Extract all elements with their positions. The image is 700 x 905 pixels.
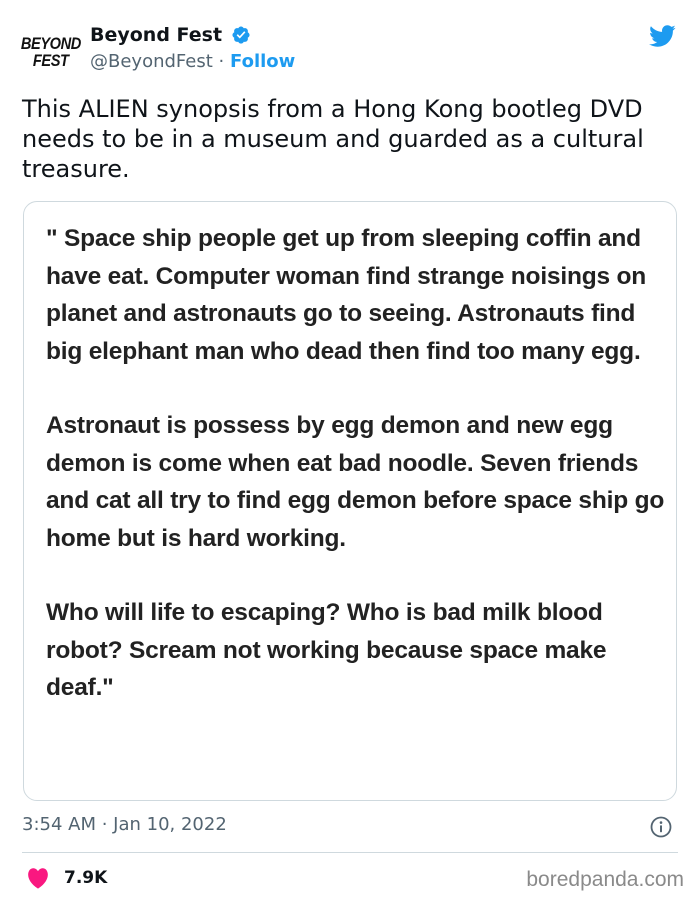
synopsis-paragraph-1: " Space ship people get up from sleeping… <box>46 225 647 365</box>
avatar[interactable]: BEYOND FEST <box>20 28 82 76</box>
verified-badge-icon <box>232 26 250 44</box>
like-row[interactable]: 7.9K <box>26 865 107 891</box>
like-count: 7.9K <box>64 868 108 888</box>
divider <box>22 852 678 853</box>
synopsis-paragraph-2: Astronaut is possess by egg demon and ne… <box>46 412 665 552</box>
handle-row: @BeyondFest · Follow <box>90 49 295 75</box>
twitter-bird-icon[interactable] <box>646 22 678 50</box>
avatar-line-1: BEYOND <box>21 34 81 53</box>
info-icon[interactable] <box>649 815 673 839</box>
heart-icon[interactable] <box>26 867 50 889</box>
separator: · <box>218 51 225 72</box>
follow-button[interactable]: Follow <box>230 51 295 72</box>
watermark: boredpanda.com <box>526 868 684 891</box>
avatar-line-2: FEST <box>33 51 69 70</box>
timestamp[interactable]: 3:54 AM · Jan 10, 2022 <box>22 814 227 835</box>
synopsis-text: " Space ship people get up from sleeping… <box>46 220 666 744</box>
tweet-meta: 3:54 AM · Jan 10, 2022 <box>22 814 677 840</box>
tweet-text: This ALIEN synopsis from a Hong Kong boo… <box>22 95 644 183</box>
tweet-header: BEYOND FEST Beyond Fest @BeyondFest · Fo… <box>20 22 680 78</box>
account-info: Beyond Fest @BeyondFest · Follow <box>90 22 295 75</box>
display-name[interactable]: Beyond Fest <box>90 22 222 48</box>
handle[interactable]: @BeyondFest <box>90 51 213 72</box>
tweet-image[interactable]: " Space ship people get up from sleeping… <box>23 201 677 801</box>
synopsis-paragraph-3: Who will life to escaping? Who is bad mi… <box>46 599 607 701</box>
